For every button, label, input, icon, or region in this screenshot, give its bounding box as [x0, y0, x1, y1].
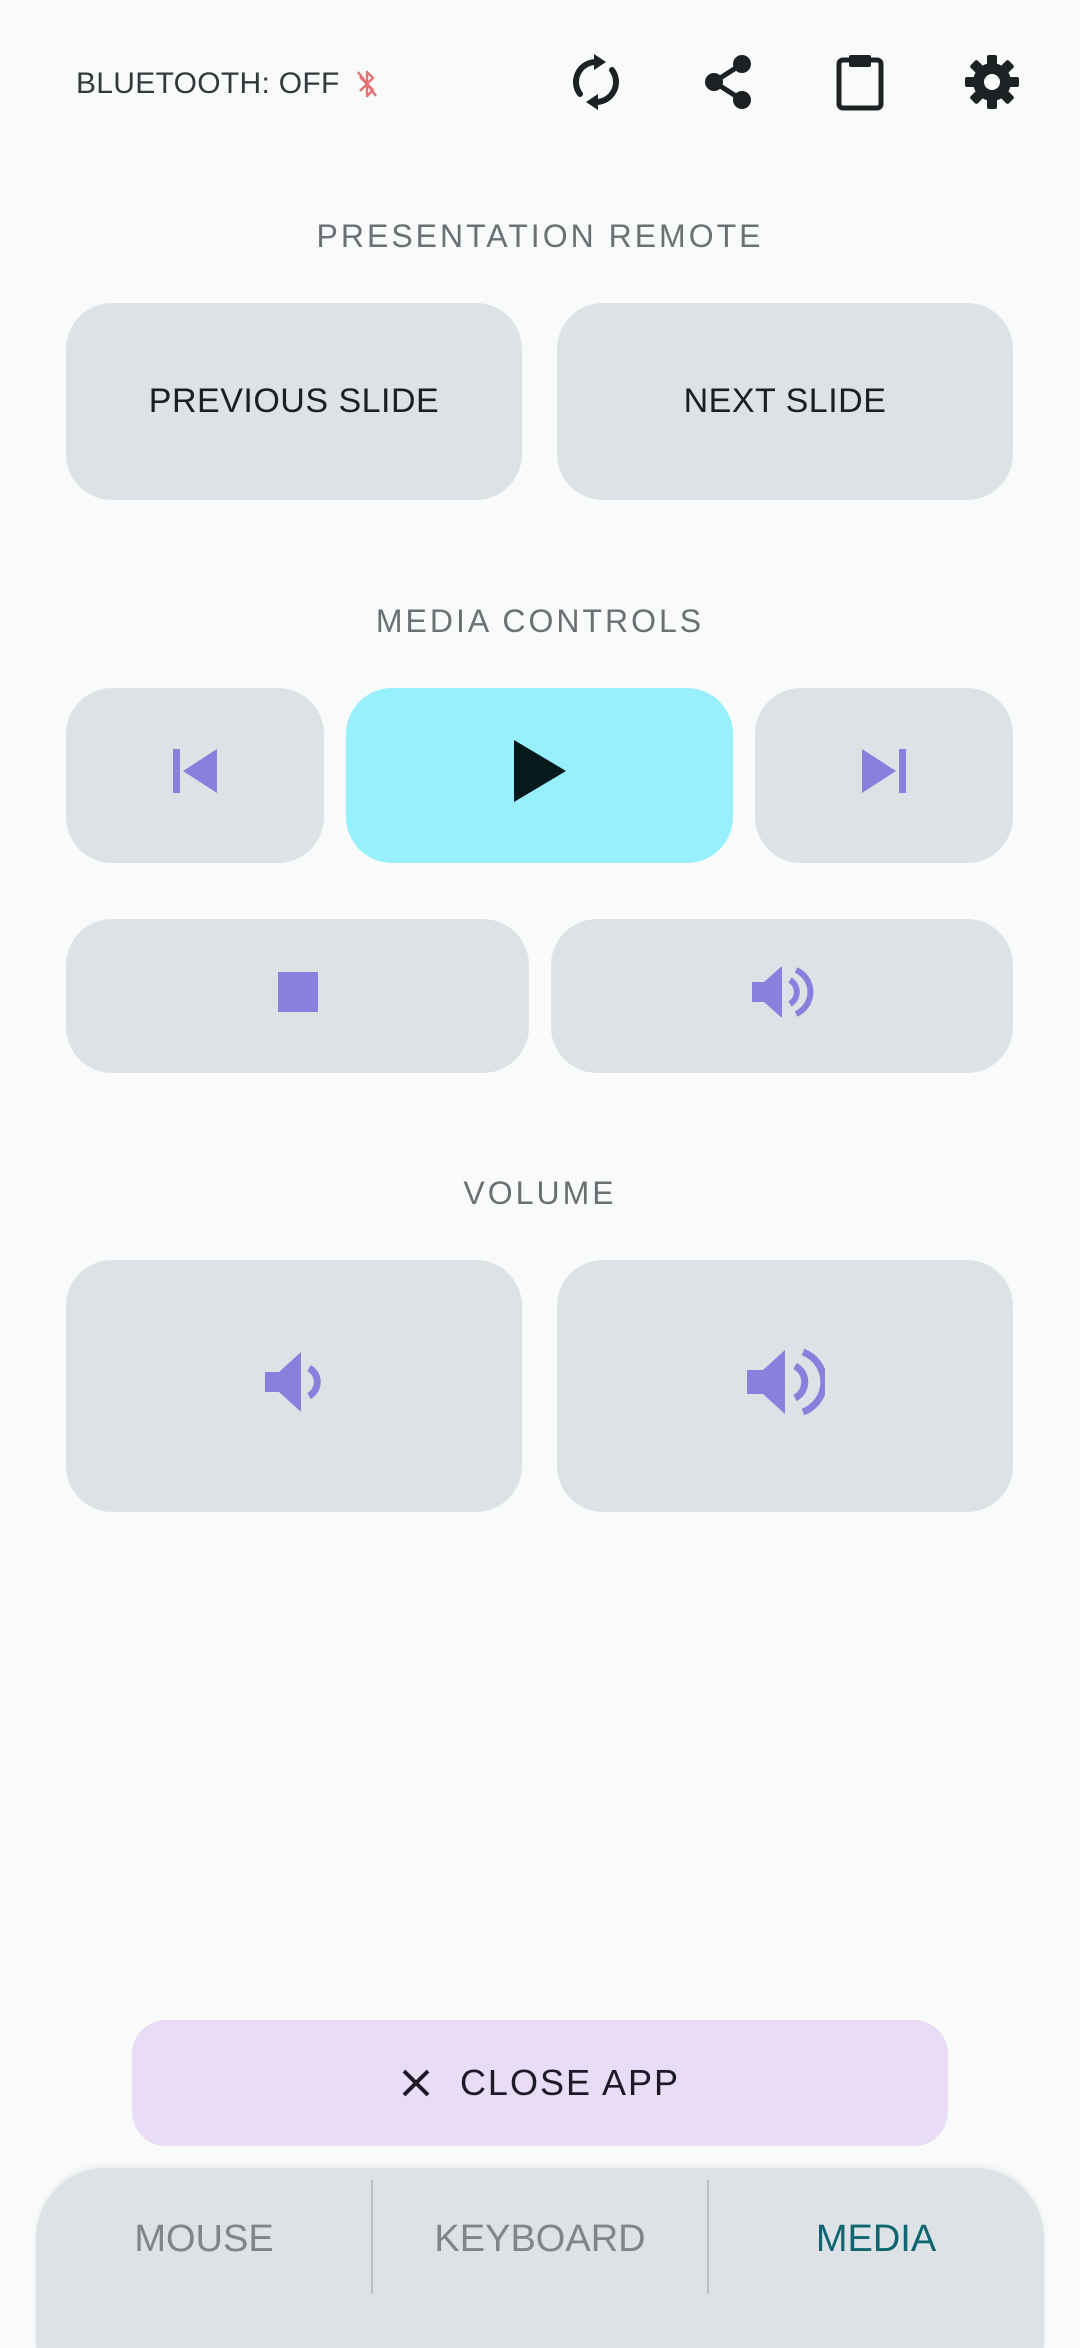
- volume-up-button[interactable]: [557, 1260, 1013, 1512]
- tab-mouse-label: MOUSE: [134, 2217, 274, 2260]
- stop-icon: [277, 971, 318, 1021]
- tab-media-label: MEDIA: [815, 2217, 937, 2260]
- nav-divider: [371, 2180, 373, 2294]
- bluetooth-status: BLUETOOTH: OFF: [76, 62, 378, 106]
- bluetooth-disabled-icon: [356, 69, 378, 99]
- volume-down-button[interactable]: [66, 1260, 522, 1512]
- clipboard-icon[interactable]: [820, 42, 900, 122]
- volume-up-icon: [745, 1344, 828, 1429]
- top-bar: BLUETOOTH: OFF: [0, 0, 1080, 170]
- skip-next-icon: [860, 747, 908, 804]
- next-slide-label: NEXT SLIDE: [683, 382, 887, 420]
- volume-down-icon: [263, 1346, 325, 1427]
- bottom-navigation: MOUSE KEYBOARD MEDIA: [36, 2168, 1044, 2348]
- nav-divider: [707, 2180, 709, 2294]
- previous-slide-button[interactable]: PREVIOUS SLIDE: [66, 303, 522, 500]
- tab-mouse[interactable]: MOUSE: [36, 2168, 372, 2310]
- skip-previous-icon: [171, 747, 219, 804]
- sync-icon[interactable]: [556, 42, 636, 122]
- close-icon: [400, 2067, 432, 2099]
- skip-next-button[interactable]: [755, 688, 1013, 863]
- close-app-button[interactable]: CLOSE APP: [132, 2020, 948, 2146]
- volume-title: VOLUME: [463, 1175, 617, 1211]
- bluetooth-status-label: BLUETOOTH: OFF: [76, 67, 340, 100]
- tab-media[interactable]: MEDIA: [708, 2168, 1044, 2310]
- previous-slide-label: PREVIOUS SLIDE: [148, 382, 440, 420]
- tab-keyboard-label: KEYBOARD: [434, 2217, 646, 2260]
- play-button[interactable]: [346, 688, 733, 863]
- media-controls-title: MEDIA CONTROLS: [375, 603, 705, 639]
- close-app-label: CLOSE APP: [459, 2062, 681, 2103]
- presentation-remote-title: PRESENTATION REMOTE: [316, 218, 764, 254]
- skip-previous-button[interactable]: [66, 688, 324, 863]
- volume-mute-icon: [750, 962, 814, 1031]
- settings-icon[interactable]: [952, 42, 1032, 122]
- play-icon: [512, 738, 568, 813]
- tab-keyboard[interactable]: KEYBOARD: [372, 2168, 708, 2310]
- stop-button[interactable]: [66, 919, 529, 1073]
- share-icon[interactable]: [688, 42, 768, 122]
- next-slide-button[interactable]: NEXT SLIDE: [557, 303, 1013, 500]
- volume-mute-button[interactable]: [551, 919, 1013, 1073]
